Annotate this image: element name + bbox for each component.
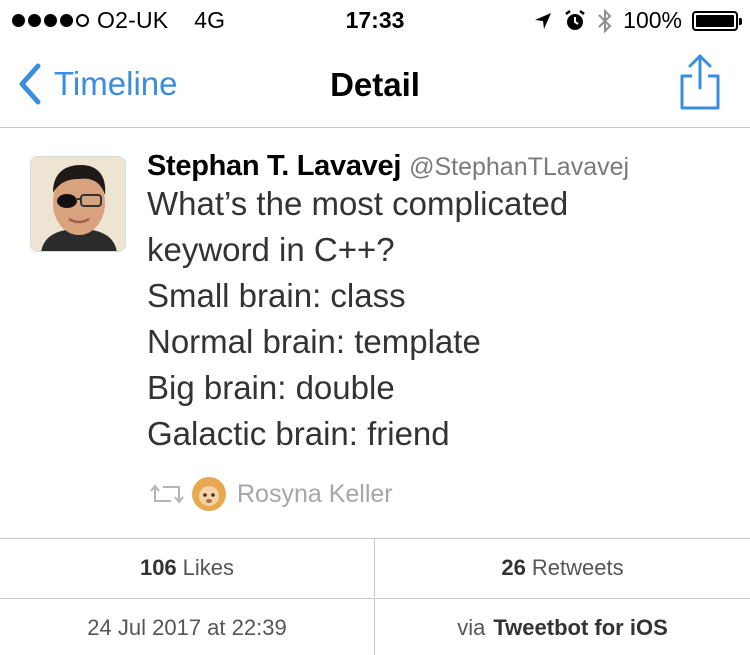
retweeted-by-row[interactable]: Rosyna Keller — [147, 476, 393, 512]
tweet-date: 24 Jul 2017 at 22:39 — [87, 614, 287, 640]
status-right: 100% — [533, 7, 742, 34]
page-title: Detail — [330, 66, 420, 103]
status-bar: O2-UK 4G 17:33 100% — [0, 0, 750, 40]
tweet-header: Stephan T. Lavavej @StephanTLavavej — [147, 150, 730, 183]
tweet-date-cell: 24 Jul 2017 at 22:39 — [0, 598, 375, 655]
avatar[interactable] — [30, 156, 126, 252]
retweets-cell[interactable]: 26 Retweets — [375, 539, 750, 597]
likes-cell[interactable]: 106 Likes — [0, 539, 375, 597]
retweeter-avatar — [192, 477, 226, 511]
via-prefix: via — [457, 614, 486, 640]
tweet-stats: 106 Likes 26 Retweets 24 Jul 2017 at 22:… — [0, 538, 750, 655]
bluetooth-icon — [598, 8, 612, 33]
tweet-line: Big brain: double — [147, 369, 395, 406]
retweets-count: 26 — [501, 555, 526, 580]
tweet-line: Small brain: class — [147, 277, 406, 314]
tweet-body: Stephan T. Lavavej @StephanTLavavej What… — [147, 150, 730, 457]
share-icon[interactable] — [678, 52, 722, 112]
alarm-icon — [565, 9, 585, 30]
likes-label: Likes — [182, 555, 235, 580]
via-app-name: Tweetbot for iOS — [493, 614, 668, 640]
retweets-label: Retweets — [531, 555, 624, 580]
battery-icon — [692, 10, 742, 31]
author-handle[interactable]: @StephanTLavavej — [409, 153, 629, 182]
retweeter-name: Rosyna Keller — [237, 479, 393, 508]
likes-count: 106 — [139, 555, 177, 580]
tweet-line: keyword in C++? — [147, 231, 395, 268]
battery-percentage: 100% — [623, 7, 682, 33]
tweet: Stephan T. Lavavej @StephanTLavavej What… — [0, 128, 750, 538]
author-avatar-image — [31, 157, 125, 251]
retweet-icon — [150, 484, 184, 504]
battery-fill — [696, 14, 734, 27]
tweet-line: What’s the most complicated — [147, 185, 569, 222]
via-client-cell[interactable]: via Tweetbot for iOS — [375, 598, 750, 655]
location-arrow-icon — [535, 12, 552, 29]
author-name[interactable]: Stephan T. Lavavej — [147, 150, 401, 183]
navigation-bar: Timeline Detail — [0, 40, 750, 128]
tweet-line: Galactic brain: friend — [147, 415, 450, 452]
tweet-text: What’s the most complicated keyword in C… — [147, 181, 730, 457]
tweet-line: Normal brain: template — [147, 323, 481, 360]
